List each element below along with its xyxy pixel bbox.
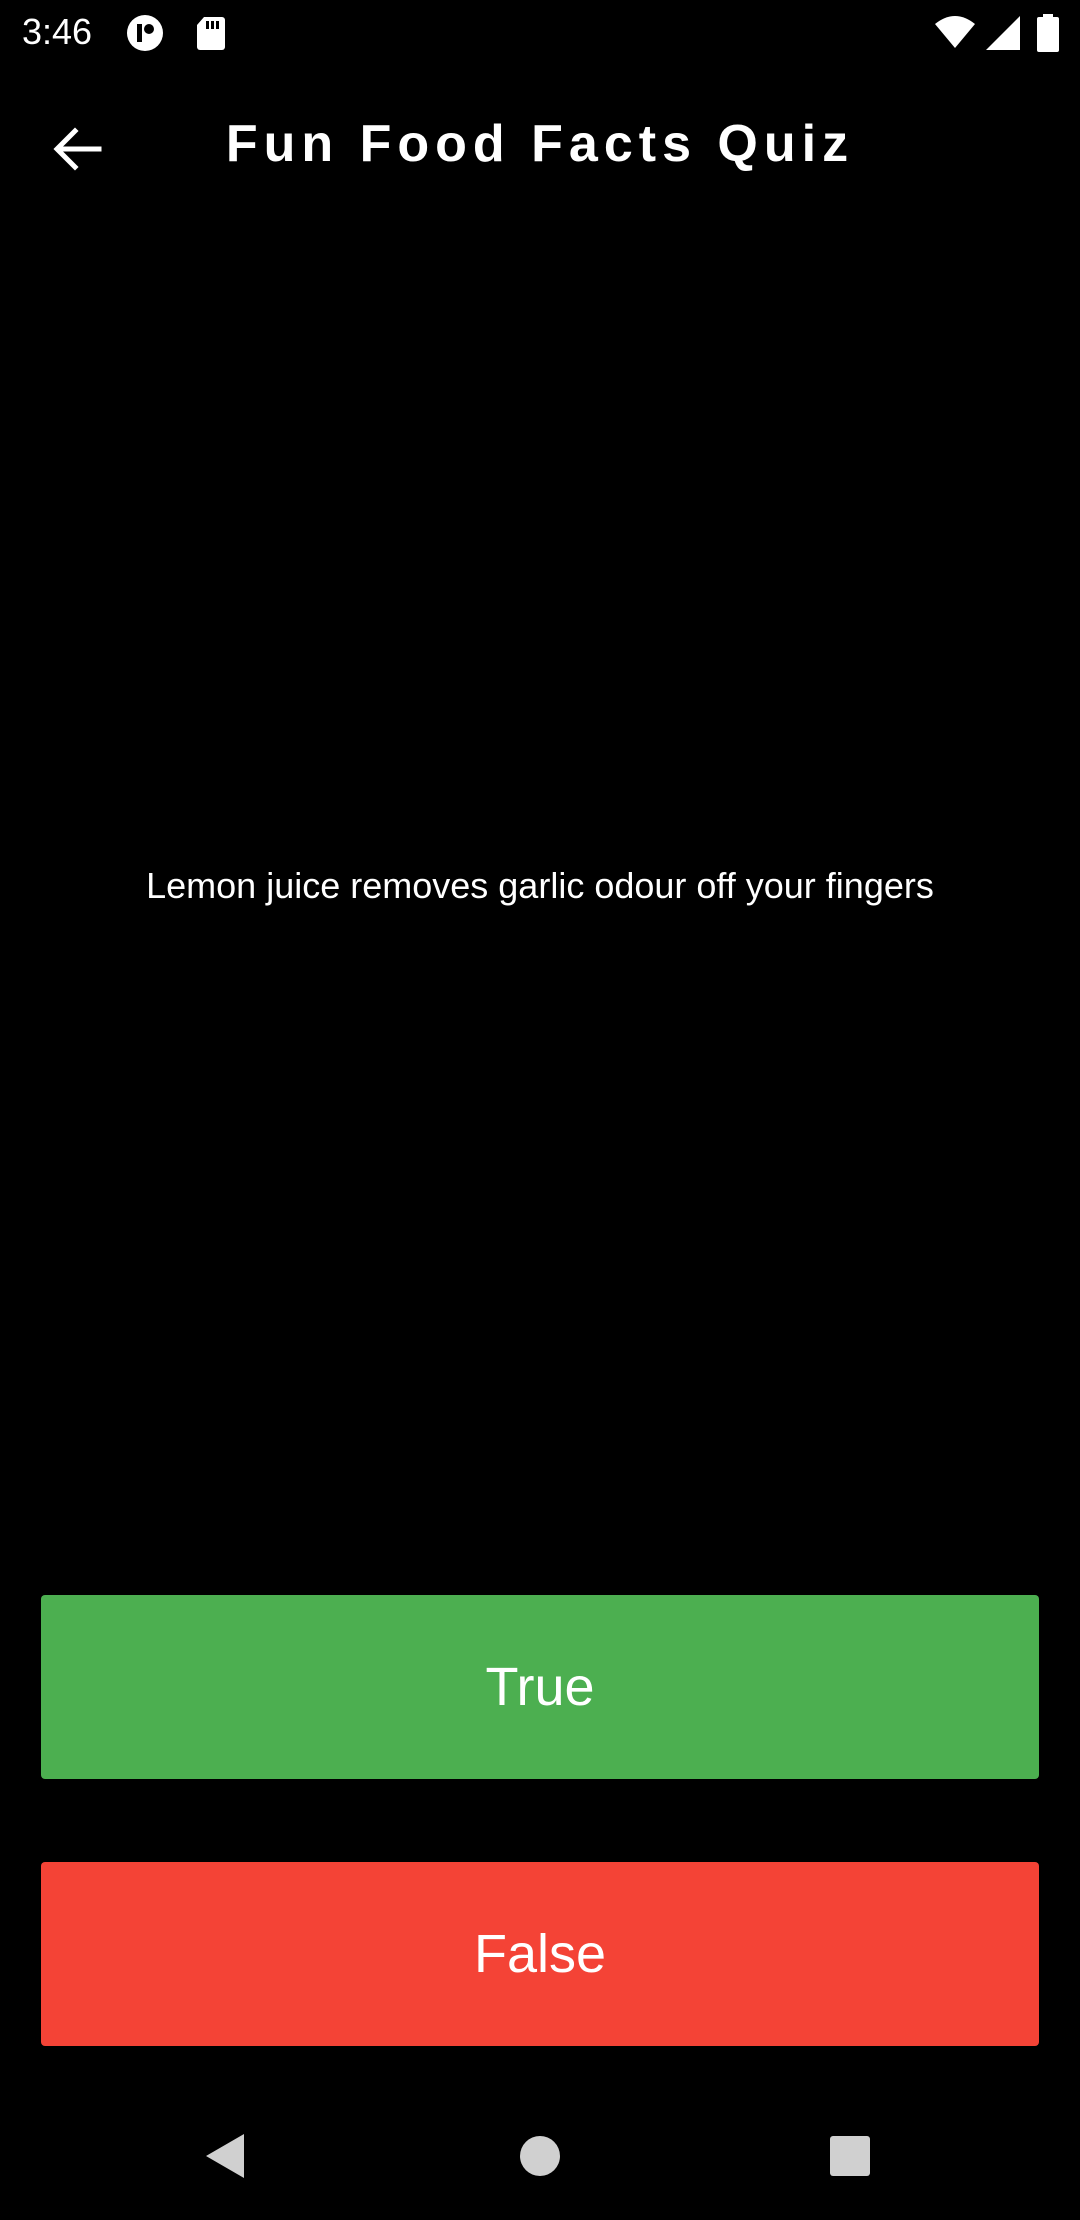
nav-back-button[interactable]	[186, 2118, 266, 2198]
nav-recents-icon	[829, 2135, 871, 2182]
page-title: Fun Food Facts Quiz	[225, 115, 855, 173]
nav-back-icon	[204, 2132, 248, 2185]
false-button-label: False	[473, 1924, 607, 1984]
nav-home-icon	[519, 2135, 561, 2182]
true-button-label: True	[485, 1657, 595, 1717]
cell-signal-icon	[984, 14, 1022, 52]
nav-recents-button[interactable]	[810, 2118, 890, 2198]
app-notification-icon	[126, 14, 164, 52]
wifi-icon	[934, 14, 976, 52]
battery-icon	[1036, 14, 1060, 52]
false-button[interactable]: False	[41, 1862, 1039, 2046]
app-bar: Fun Food Facts Quiz	[0, 64, 1080, 224]
nav-home-button[interactable]	[500, 2118, 580, 2198]
true-button[interactable]: True	[41, 1595, 1039, 1779]
sd-card-icon	[192, 14, 230, 52]
question-text: Lemon juice removes garlic odour off you…	[146, 865, 934, 906]
status-bar: 3:46	[0, 0, 1080, 64]
status-time: 3:46	[22, 11, 93, 52]
system-nav-bar	[0, 2096, 1080, 2220]
